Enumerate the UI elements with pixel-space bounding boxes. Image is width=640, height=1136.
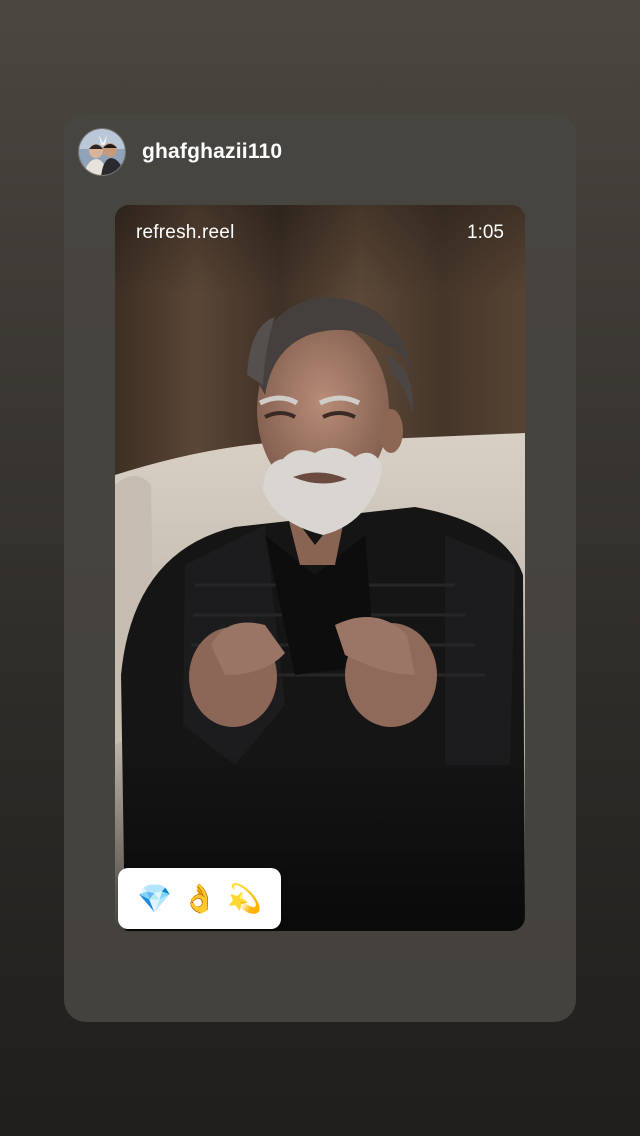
gem-emoji: 💎 (137, 882, 173, 914)
reel-preview[interactable]: refresh.reel 1:05 (115, 205, 525, 931)
emoji-sticker[interactable]: 💎 👌 💫 (118, 868, 281, 929)
reel-top-gradient (115, 205, 525, 295)
avatar-image (79, 129, 125, 175)
story-header: ghafghazii110 (78, 126, 282, 178)
story-username[interactable]: ghafghazii110 (142, 140, 282, 164)
avatar[interactable] (78, 128, 126, 176)
ok-hand-emoji: 👌 (182, 882, 217, 914)
story-card: ghafghazii110 refresh.reel 1:05 💎 👌 💫 (64, 114, 576, 1022)
reel-duration: 1:05 (467, 222, 504, 243)
reel-thumbnail-image (115, 205, 525, 931)
reel-account-name[interactable]: refresh.reel (136, 222, 235, 244)
dizzy-emoji: 💫 (226, 882, 262, 914)
